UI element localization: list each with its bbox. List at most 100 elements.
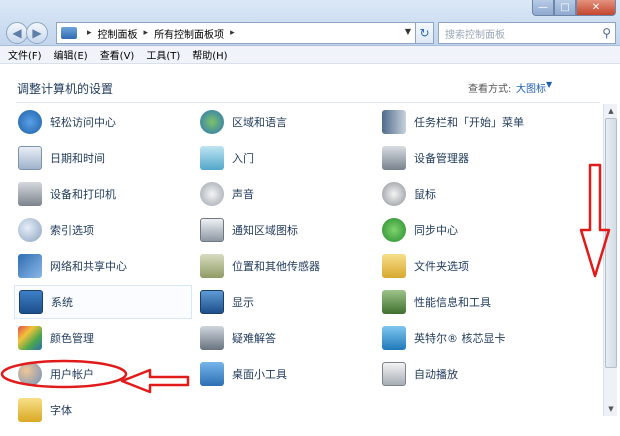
page-title: 调整计算机的设置 [17, 82, 114, 96]
chevron-down-icon[interactable]: ▼ [546, 80, 552, 89]
sensor-icon [200, 254, 224, 278]
folder-icon [382, 254, 406, 278]
calendar-clock-icon [18, 146, 42, 170]
scroll-thumb[interactable] [605, 118, 617, 368]
item-fonts[interactable]: 字体 [14, 393, 192, 427]
item-taskbar-start[interactable]: 任务栏和「开始」菜单 [378, 105, 600, 139]
sync-icon [382, 218, 406, 242]
scroll-up-icon[interactable]: ▲ [604, 104, 618, 118]
item-label: 入门 [232, 152, 254, 165]
item-label: 字体 [50, 404, 72, 417]
item-devices-printers[interactable]: 设备和打印机 [14, 177, 192, 211]
mouse-icon [382, 182, 406, 206]
printer-icon [18, 182, 42, 206]
color-palette-icon [18, 326, 42, 350]
gadgets-icon [200, 362, 224, 386]
item-network-sharing[interactable]: 网络和共享中心 [14, 249, 192, 283]
item-label: 日期和时间 [50, 152, 105, 165]
item-label: 任务栏和「开始」菜单 [414, 116, 524, 129]
minimize-button[interactable]: — [532, 0, 554, 16]
monitor-icon [200, 290, 224, 314]
item-label: 鼠标 [414, 188, 436, 201]
chevron-down-icon[interactable]: ▼ [405, 27, 411, 36]
menu-view[interactable]: 查看(V) [100, 47, 135, 62]
item-desktop-gadgets[interactable]: 桌面小工具 [196, 357, 374, 391]
network-icon [18, 254, 42, 278]
forward-button[interactable]: ▶ [26, 22, 48, 44]
search-placeholder: 搜索控制面板 [445, 29, 505, 41]
menu-help[interactable]: 帮助(H) [192, 47, 227, 62]
item-performance[interactable]: 性能信息和工具 [378, 285, 600, 319]
item-label: 区域和语言 [232, 116, 287, 129]
chevron-right-icon: ▸ [143, 28, 149, 38]
address-bar[interactable]: ▸ 控制面板 ▸ 所有控制面板项 ▸ ▼ [56, 22, 416, 44]
item-label: 显示 [232, 296, 254, 309]
item-indexing-options[interactable]: 索引选项 [14, 213, 192, 247]
search-input[interactable]: 搜索控制面板 ⚲ [438, 22, 616, 44]
search-icon[interactable]: ⚲ [602, 26, 611, 40]
item-label: 自动播放 [414, 368, 458, 381]
item-label: 设备管理器 [414, 152, 469, 165]
control-panel-icon [61, 27, 77, 39]
view-by-dropdown[interactable]: 大图标 [516, 80, 546, 95]
menu-edit[interactable]: 编辑(E) [54, 47, 88, 62]
item-sync-center[interactable]: 同步中心 [378, 213, 600, 247]
item-label: 英特尔® 核芯显卡 [414, 332, 506, 345]
item-user-accounts[interactable]: 用户帐户 [14, 357, 192, 391]
item-label: 颜色管理 [50, 332, 94, 345]
menu-file[interactable]: 文件(F) [8, 47, 42, 62]
item-color-management[interactable]: 颜色管理 [14, 321, 192, 355]
item-ease-of-access[interactable]: 轻松访问中心 [14, 105, 192, 139]
item-label: 索引选项 [50, 224, 94, 237]
font-icon [18, 398, 42, 422]
item-location-sensors[interactable]: 位置和其他传感器 [196, 249, 374, 283]
close-button[interactable]: ✕ [576, 0, 616, 16]
item-label: 通知区域图标 [232, 224, 298, 237]
item-label: 轻松访问中心 [50, 116, 116, 129]
item-system[interactable]: 系统 [14, 285, 192, 319]
breadcrumb-all-items[interactable]: 所有控制面板项 [154, 26, 224, 41]
item-label: 声音 [232, 188, 254, 201]
item-label: 位置和其他传感器 [232, 260, 320, 273]
item-intel-graphics[interactable]: 英特尔® 核芯显卡 [378, 321, 600, 355]
item-date-time[interactable]: 日期和时间 [14, 141, 192, 175]
speaker-icon [200, 182, 224, 206]
item-autoplay[interactable]: 自动播放 [378, 357, 600, 391]
magnifier-icon [18, 218, 42, 242]
item-label: 文件夹选项 [414, 260, 469, 273]
menu-tools[interactable]: 工具(T) [146, 47, 180, 62]
getting-started-icon [200, 146, 224, 170]
item-folder-options[interactable]: 文件夹选项 [378, 249, 600, 283]
vertical-scrollbar[interactable]: ▲ ▼ [603, 104, 617, 416]
window-controls: — □ ✕ [532, 0, 616, 16]
chevron-right-icon: ▸ [230, 28, 235, 38]
item-label: 桌面小工具 [232, 368, 287, 381]
item-getting-started[interactable]: 入门 [196, 141, 374, 175]
globe-icon [200, 110, 224, 134]
device-manager-icon [382, 146, 406, 170]
taskbar-icon [382, 110, 406, 134]
performance-icon [382, 290, 406, 314]
item-troubleshooting[interactable]: 疑难解答 [196, 321, 374, 355]
item-notification-icons[interactable]: 通知区域图标 [196, 213, 374, 247]
item-display[interactable]: 显示 [196, 285, 374, 319]
back-button[interactable]: ◀ [6, 22, 28, 44]
breadcrumb-control-panel[interactable]: 控制面板 [98, 26, 138, 41]
system-icon [19, 290, 43, 314]
item-sound[interactable]: 声音 [196, 177, 374, 211]
scroll-down-icon[interactable]: ▼ [604, 402, 618, 416]
users-icon [18, 362, 42, 386]
item-region-language[interactable]: 区域和语言 [196, 105, 374, 139]
divider [16, 102, 600, 103]
item-label: 用户帐户 [50, 368, 94, 381]
autoplay-icon [382, 362, 406, 386]
item-label: 疑难解答 [232, 332, 276, 345]
item-label: 同步中心 [414, 224, 458, 237]
chevron-right-icon: ▸ [87, 28, 92, 38]
item-label: 网络和共享中心 [50, 260, 127, 273]
item-mouse[interactable]: 鼠标 [378, 177, 600, 211]
content-area: 调整计算机的设置 查看方式: 大图标 ▼ 轻松访问中心 日期和时间 设备和打印机… [0, 64, 620, 436]
item-device-manager[interactable]: 设备管理器 [378, 141, 600, 175]
refresh-button[interactable]: ↻ [416, 22, 434, 44]
maximize-button[interactable]: □ [554, 0, 576, 16]
